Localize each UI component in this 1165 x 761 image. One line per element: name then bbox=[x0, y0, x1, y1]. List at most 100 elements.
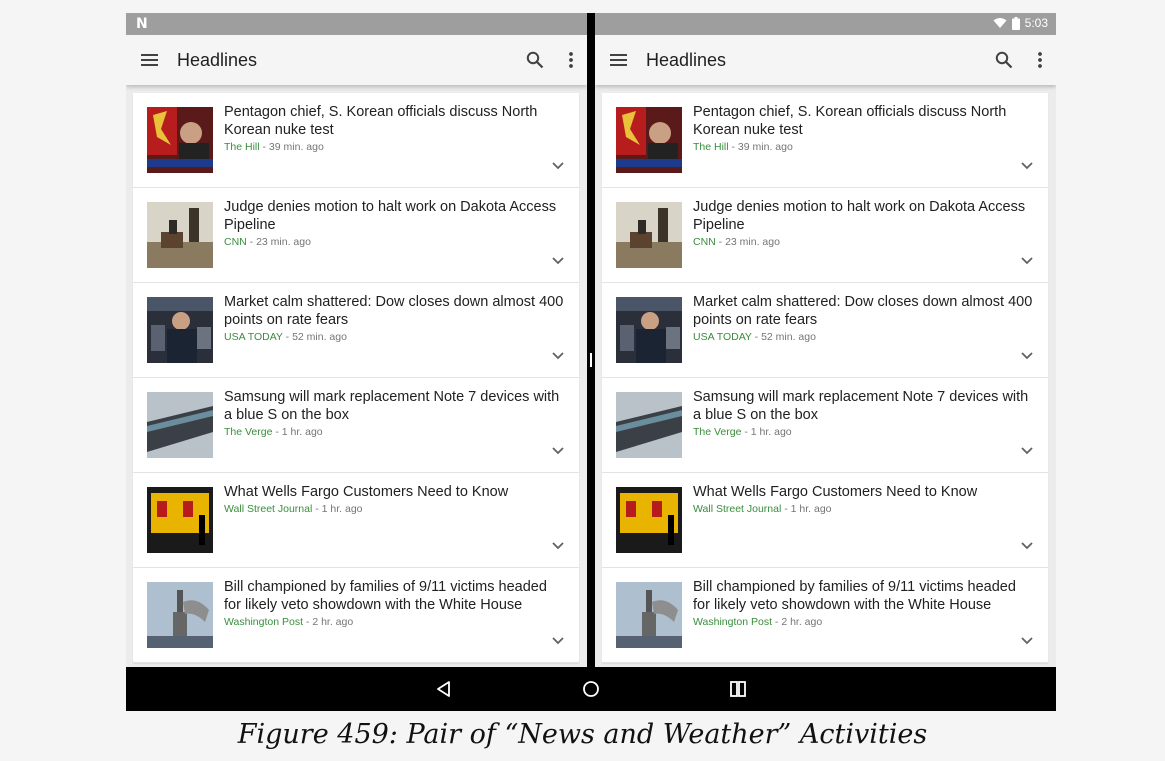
news-item[interactable]: Samsung will mark replacement Note 7 dev… bbox=[602, 378, 1048, 473]
news-headline: What Wells Fargo Customers Need to Know bbox=[224, 484, 509, 500]
news-thumbnail bbox=[147, 582, 213, 648]
app-title: Headlines bbox=[646, 50, 727, 70]
chevron-down-icon[interactable] bbox=[1020, 351, 1034, 361]
wifi-icon bbox=[993, 18, 1007, 28]
headline-list: Pentagon chief, S. Korean officials disc… bbox=[602, 93, 1048, 663]
left-activity-pane: Headlines Pentagon chief, S. Korean offi… bbox=[126, 35, 587, 667]
news-age: - 1 hr. ago bbox=[272, 426, 323, 438]
news-headline: Market calm shattered: Dow closes down a… bbox=[693, 294, 1033, 328]
news-thumbnail bbox=[616, 202, 682, 268]
news-thumbnail bbox=[147, 297, 213, 363]
news-item[interactable]: Judge denies motion to halt work on Dako… bbox=[602, 188, 1048, 283]
news-headline: Market calm shattered: Dow closes down a… bbox=[224, 294, 564, 328]
news-thumbnail bbox=[147, 202, 213, 268]
news-meta: The Hill - 39 min. ago bbox=[693, 141, 793, 153]
news-thumbnail bbox=[147, 487, 213, 553]
navigation-bar bbox=[126, 667, 1056, 711]
news-item[interactable]: Market calm shattered: Dow closes down a… bbox=[133, 283, 579, 378]
chevron-down-icon[interactable] bbox=[551, 541, 565, 551]
news-meta: CNN - 23 min. ago bbox=[224, 236, 311, 248]
split-screen-divider[interactable] bbox=[587, 13, 595, 667]
recents-icon[interactable] bbox=[728, 679, 748, 699]
news-meta: Washington Post - 2 hr. ago bbox=[224, 616, 353, 628]
news-age: - 2 hr. ago bbox=[772, 616, 823, 628]
news-source: Washington Post bbox=[224, 616, 303, 628]
news-item[interactable]: Samsung will mark replacement Note 7 dev… bbox=[133, 378, 579, 473]
news-age: - 39 min. ago bbox=[728, 141, 793, 153]
home-icon[interactable] bbox=[581, 679, 601, 699]
news-source: Wall Street Journal bbox=[693, 503, 782, 515]
chevron-down-icon[interactable] bbox=[551, 446, 565, 456]
chevron-down-icon[interactable] bbox=[551, 351, 565, 361]
search-icon[interactable] bbox=[525, 50, 545, 70]
news-thumbnail bbox=[147, 107, 213, 173]
news-age: - 52 min. ago bbox=[751, 331, 816, 343]
news-meta: The Hill - 39 min. ago bbox=[224, 141, 324, 153]
news-item[interactable]: Bill championed by families of 9/11 vict… bbox=[133, 568, 579, 663]
news-thumbnail bbox=[616, 392, 682, 458]
app-bar: Headlines bbox=[126, 35, 587, 85]
chevron-down-icon[interactable] bbox=[551, 256, 565, 266]
news-meta: The Verge - 1 hr. ago bbox=[224, 426, 323, 438]
news-headline: Samsung will mark replacement Note 7 dev… bbox=[224, 389, 560, 423]
status-time: 5:03 bbox=[1024, 16, 1048, 30]
news-item[interactable]: Pentagon chief, S. Korean officials disc… bbox=[602, 93, 1048, 188]
news-age: - 23 min. ago bbox=[246, 236, 311, 248]
news-thumbnail bbox=[616, 487, 682, 553]
chevron-down-icon[interactable] bbox=[1020, 161, 1034, 171]
news-headline: Bill championed by families of 9/11 vict… bbox=[693, 579, 1016, 613]
news-headline: What Wells Fargo Customers Need to Know bbox=[693, 484, 978, 500]
news-headline: Pentagon chief, S. Korean officials disc… bbox=[693, 104, 1007, 138]
app-title: Headlines bbox=[177, 50, 258, 70]
news-item[interactable]: What Wells Fargo Customers Need to Know … bbox=[602, 473, 1048, 568]
search-icon[interactable] bbox=[994, 50, 1014, 70]
notification-brand-icon: N bbox=[136, 16, 148, 32]
chevron-down-icon[interactable] bbox=[1020, 256, 1034, 266]
news-thumbnail bbox=[616, 582, 682, 648]
news-age: - 1 hr. ago bbox=[781, 503, 832, 515]
news-source: Wall Street Journal bbox=[224, 503, 313, 515]
news-source: The Hill bbox=[224, 141, 260, 153]
overflow-menu-icon[interactable] bbox=[567, 50, 575, 70]
menu-icon[interactable] bbox=[140, 50, 160, 70]
figure-caption: Figure 459: Pair of “News and Weather” A… bbox=[237, 719, 928, 750]
chevron-down-icon[interactable] bbox=[1020, 541, 1034, 551]
overflow-menu-icon[interactable] bbox=[1036, 50, 1044, 70]
headline-list: Pentagon chief, S. Korean officials disc… bbox=[133, 93, 579, 663]
news-age: - 23 min. ago bbox=[715, 236, 780, 248]
news-source: CNN bbox=[693, 236, 716, 248]
news-headline: Bill championed by families of 9/11 vict… bbox=[224, 579, 547, 613]
news-source: The Hill bbox=[693, 141, 729, 153]
news-meta: Washington Post - 2 hr. ago bbox=[693, 616, 822, 628]
news-thumbnail bbox=[147, 392, 213, 458]
chevron-down-icon[interactable] bbox=[1020, 446, 1034, 456]
news-headline: Pentagon chief, S. Korean officials disc… bbox=[224, 104, 538, 138]
chevron-down-icon[interactable] bbox=[551, 636, 565, 646]
news-item[interactable]: Pentagon chief, S. Korean officials disc… bbox=[133, 93, 579, 188]
news-item[interactable]: Bill championed by families of 9/11 vict… bbox=[602, 568, 1048, 663]
back-icon[interactable] bbox=[434, 679, 454, 699]
right-activity-pane: Headlines Pentagon chief, S. Korean offi… bbox=[595, 35, 1056, 667]
chevron-down-icon[interactable] bbox=[1020, 636, 1034, 646]
news-source: The Verge bbox=[224, 426, 273, 438]
device-screen: N 5:03 Headlines Pentagon chief, S. Kore… bbox=[126, 13, 1056, 711]
news-thumbnail bbox=[616, 107, 682, 173]
news-item[interactable]: Market calm shattered: Dow closes down a… bbox=[602, 283, 1048, 378]
news-meta: The Verge - 1 hr. ago bbox=[693, 426, 792, 438]
news-age: - 1 hr. ago bbox=[312, 503, 363, 515]
news-source: USA TODAY bbox=[224, 331, 283, 343]
news-source: CNN bbox=[224, 236, 247, 248]
news-age: - 52 min. ago bbox=[282, 331, 347, 343]
news-age: - 39 min. ago bbox=[259, 141, 324, 153]
menu-icon[interactable] bbox=[609, 50, 629, 70]
chevron-down-icon[interactable] bbox=[551, 161, 565, 171]
news-item[interactable]: Judge denies motion to halt work on Dako… bbox=[133, 188, 579, 283]
app-bar: Headlines bbox=[595, 35, 1056, 85]
news-meta: CNN - 23 min. ago bbox=[693, 236, 780, 248]
divider-handle[interactable] bbox=[590, 353, 592, 367]
news-source: USA TODAY bbox=[693, 331, 752, 343]
news-thumbnail bbox=[616, 297, 682, 363]
news-item[interactable]: What Wells Fargo Customers Need to Know … bbox=[133, 473, 579, 568]
news-headline: Judge denies motion to halt work on Dako… bbox=[693, 199, 1026, 233]
news-source: Washington Post bbox=[693, 616, 772, 628]
